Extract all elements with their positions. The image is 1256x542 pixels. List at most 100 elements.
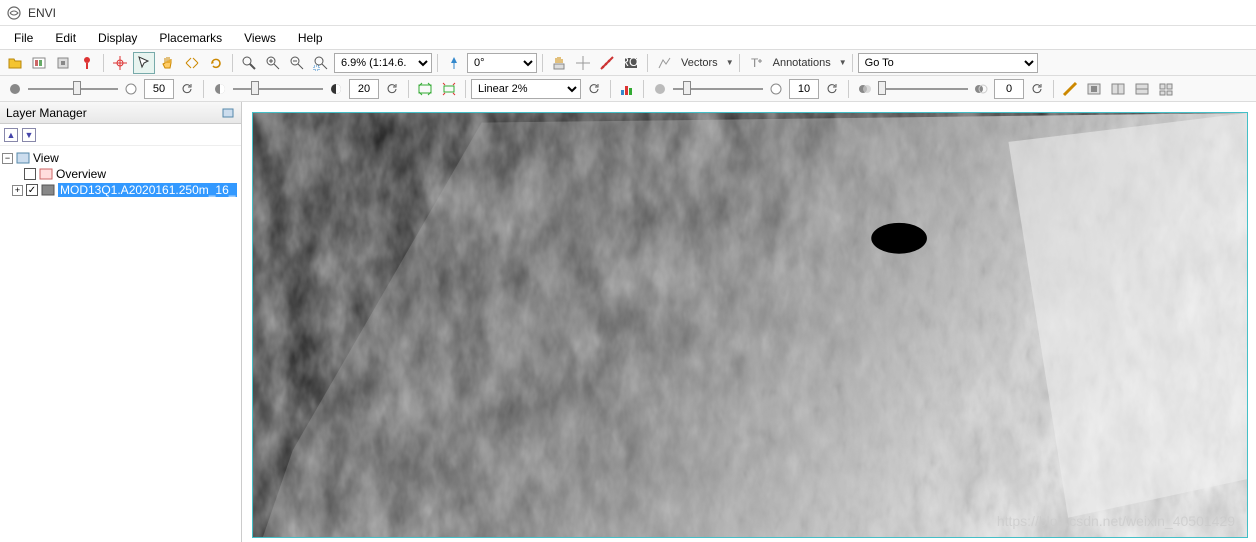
menu-placemarks[interactable]: Placemarks [149,29,232,47]
separator [852,54,853,72]
expander-icon[interactable]: − [2,153,13,164]
contrast-low-icon [209,78,231,100]
zoom-out-icon[interactable] [286,52,308,74]
panel-menu-icon[interactable] [221,106,235,120]
contrast-input[interactable] [349,79,379,99]
fly-icon[interactable] [181,52,203,74]
separator [647,54,648,72]
separator [643,80,644,98]
menu-views[interactable]: Views [234,29,286,47]
expander-icon[interactable]: + [12,185,23,196]
open-icon[interactable] [4,52,26,74]
brightness-slider[interactable] [28,80,118,98]
checkbox-checked-icon[interactable]: ✓ [26,184,38,196]
menu-bar: File Edit Display Placemarks Views Help [0,26,1256,50]
contrast-reset-icon[interactable] [381,78,403,100]
sharpen-slider[interactable] [673,80,763,98]
data-manager-icon[interactable] [28,52,50,74]
stretch-full-icon[interactable] [414,78,436,100]
separator [203,80,204,98]
separator [1053,80,1054,98]
brightness-input[interactable] [144,79,174,99]
overview-icon [39,167,53,181]
transparency-reset-icon[interactable] [1026,78,1048,100]
transparency-high-icon [970,78,992,100]
tree-root-view[interactable]: − View [2,150,239,166]
checkbox-unchecked-icon[interactable] [24,168,36,180]
watermark: https://blog.csdn.net/weixin_40501429 [997,513,1235,529]
separator [739,54,740,72]
zoom-extent-icon[interactable] [310,52,332,74]
cursor-value-icon[interactable] [548,52,570,74]
svg-text:T: T [751,56,759,70]
tree-overview[interactable]: Overview [2,166,239,182]
transparency-input[interactable] [994,79,1024,99]
crosshair2-icon[interactable] [572,52,594,74]
view-label: View [33,151,59,165]
satellite-image [253,113,1247,537]
expand-icon[interactable]: ▼ [22,128,36,142]
brightness-icon [4,78,26,100]
sharpen-reset-icon[interactable] [821,78,843,100]
contrast-high-icon [325,78,347,100]
layer-tree: − View Overview + ✓ MOD13Q1.A2020161.250… [0,146,241,202]
menu-edit[interactable]: Edit [45,29,86,47]
rotate-combo[interactable]: 0° [467,53,537,73]
transparency-slider[interactable] [878,80,968,98]
image-view[interactable]: https://blog.csdn.net/weixin_40501429 [252,112,1248,538]
brightness-reset-icon[interactable] [176,78,198,100]
separator [610,80,611,98]
contrast-slider[interactable] [233,80,323,98]
dropdown-arrow-icon[interactable]: ▼ [839,58,847,67]
toolbar-display: Linear 2% [0,76,1256,102]
annotations-label[interactable]: Annotations [769,57,835,69]
app-icon [6,5,22,21]
zoom-combo[interactable]: 6.9% (1:14.6. [334,53,432,73]
stretch-reset-icon[interactable] [583,78,605,100]
select-icon[interactable] [133,52,155,74]
collapse-icon[interactable]: ▲ [4,128,18,142]
raster-icon [41,183,55,197]
annotations-icon[interactable]: T [745,52,767,74]
views-icon[interactable] [1155,78,1177,100]
svg-text:ROI: ROI [623,55,639,69]
swipe-icon[interactable] [1083,78,1105,100]
crosshair-icon[interactable] [109,52,131,74]
window-title: ENVI [28,6,56,20]
title-bar: ENVI [0,0,1256,26]
separator [103,54,104,72]
menu-file[interactable]: File [4,29,43,47]
pan-icon[interactable] [157,52,179,74]
sharpen-high-icon [765,78,787,100]
menu-help[interactable]: Help [288,29,333,47]
panel-toolbar: ▲ ▼ [0,124,241,146]
chip-icon[interactable] [52,52,74,74]
dropdown-arrow-icon[interactable]: ▼ [726,58,734,67]
flicker-icon[interactable] [1131,78,1153,100]
goto-combo[interactable]: Go To [858,53,1038,73]
zoom-icon[interactable] [238,52,260,74]
sharpen-input[interactable] [789,79,819,99]
brightness-max-icon [120,78,142,100]
menu-display[interactable]: Display [88,29,147,47]
stretch-combo[interactable]: Linear 2% [471,79,581,99]
stretch-view-icon[interactable] [438,78,460,100]
portal-icon[interactable] [1059,78,1081,100]
overview-label: Overview [56,167,106,181]
region-icon[interactable]: ROI [620,52,642,74]
north-up-icon[interactable] [443,52,465,74]
separator [232,54,233,72]
vectors-label[interactable]: Vectors [677,57,722,69]
rotate-icon[interactable] [205,52,227,74]
main-body: Layer Manager ▲ ▼ − View Overview + ✓ [0,102,1256,542]
histogram-icon[interactable] [616,78,638,100]
measure-icon[interactable] [596,52,618,74]
blend-icon[interactable] [1107,78,1129,100]
pin-icon[interactable] [76,52,98,74]
tree-dataset[interactable]: + ✓ MOD13Q1.A2020161.250m_16_ [2,182,239,198]
panel-title-label: Layer Manager [6,106,87,120]
zoom-in-icon[interactable] [262,52,284,74]
toolbar-main: 6.9% (1:14.6. 0° ROI Vectors ▼ T Annotati… [0,50,1256,76]
separator [437,54,438,72]
vectors-icon[interactable] [653,52,675,74]
